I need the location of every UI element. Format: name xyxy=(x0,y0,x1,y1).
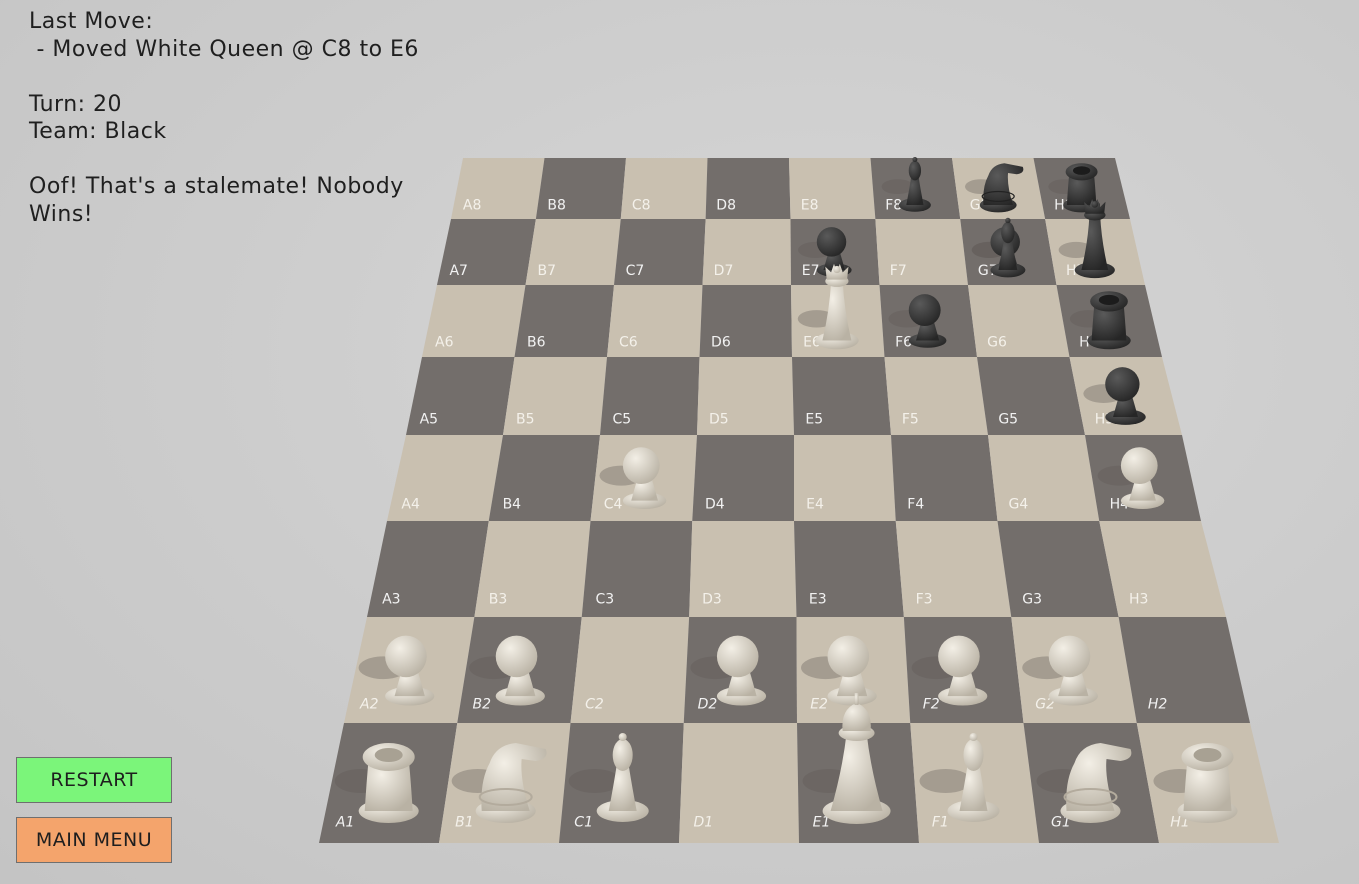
square-label: A8 xyxy=(463,198,481,214)
square-label: C1 xyxy=(574,815,593,831)
square-label: C2 xyxy=(585,696,604,712)
square-label: D2 xyxy=(698,696,718,712)
square-label: E2 xyxy=(810,696,828,712)
square-h3[interactable] xyxy=(1099,521,1226,617)
square-label: A6 xyxy=(435,334,454,350)
square-label: G5 xyxy=(998,412,1018,428)
square-label: A7 xyxy=(449,263,467,279)
square-label: A2 xyxy=(359,696,379,712)
square-label: E8 xyxy=(801,198,819,214)
square-label: H2 xyxy=(1148,696,1168,712)
square-label: C6 xyxy=(619,334,638,350)
square-label: F1 xyxy=(932,815,949,831)
restart-button[interactable]: RESTART xyxy=(16,757,172,803)
square-g4[interactable] xyxy=(988,435,1100,521)
square-label: H3 xyxy=(1129,591,1148,607)
square-label: F4 xyxy=(907,497,924,513)
square-label: C8 xyxy=(632,198,651,214)
square-label: B7 xyxy=(538,263,557,279)
square-label: G6 xyxy=(987,334,1007,350)
square-label: D4 xyxy=(705,497,725,513)
square-label: C5 xyxy=(612,412,631,428)
square-label: G4 xyxy=(1008,497,1028,513)
square-label: A5 xyxy=(420,412,438,428)
square-label: E7 xyxy=(802,263,820,279)
square-label: E3 xyxy=(809,591,827,607)
chess-board[interactable]: A1 B1 C1 D1 E1 F1 G1 H1A2 B2 C2 D2 E2 F2 G2 H2A3 B3 C3 D3… xyxy=(0,0,1359,884)
main-menu-button[interactable]: MAIN MENU xyxy=(16,817,172,863)
white-rook-piece[interactable] xyxy=(1177,743,1238,823)
square-label: B2 xyxy=(473,696,492,712)
square-label: B6 xyxy=(527,334,546,350)
square-label: E4 xyxy=(806,497,824,513)
square-label: F5 xyxy=(902,412,919,428)
square-g6[interactable] xyxy=(968,285,1070,357)
white-rook-piece[interactable] xyxy=(358,743,419,823)
square-label: B4 xyxy=(503,497,522,513)
square-label: B5 xyxy=(516,412,535,428)
square-label: A4 xyxy=(401,497,420,513)
square-label: F7 xyxy=(890,263,907,279)
square-label: D1 xyxy=(693,815,713,831)
square-g3[interactable] xyxy=(997,521,1119,617)
square-label: G3 xyxy=(1022,591,1042,607)
black-rook-piece[interactable] xyxy=(1087,291,1131,350)
square-label: C3 xyxy=(595,591,614,607)
square-label: F2 xyxy=(923,696,940,712)
square-label: C4 xyxy=(604,497,623,513)
square-label: D8 xyxy=(716,198,736,214)
square-label: D7 xyxy=(714,263,734,279)
square-label: A3 xyxy=(382,591,400,607)
square-label: D6 xyxy=(711,334,731,350)
square-h2[interactable] xyxy=(1118,617,1250,723)
square-label: C7 xyxy=(626,263,645,279)
square-label: B3 xyxy=(489,591,508,607)
square-g5[interactable] xyxy=(977,357,1085,435)
square-label: F3 xyxy=(916,591,933,607)
square-label: A1 xyxy=(335,815,354,831)
square-label: D3 xyxy=(702,591,722,607)
square-label: B8 xyxy=(547,198,566,214)
square-label: E5 xyxy=(805,412,823,428)
square-label: B1 xyxy=(455,815,474,831)
square-f5[interactable] xyxy=(884,357,989,435)
square-label: D5 xyxy=(709,412,729,428)
square-f3[interactable] xyxy=(895,521,1012,617)
